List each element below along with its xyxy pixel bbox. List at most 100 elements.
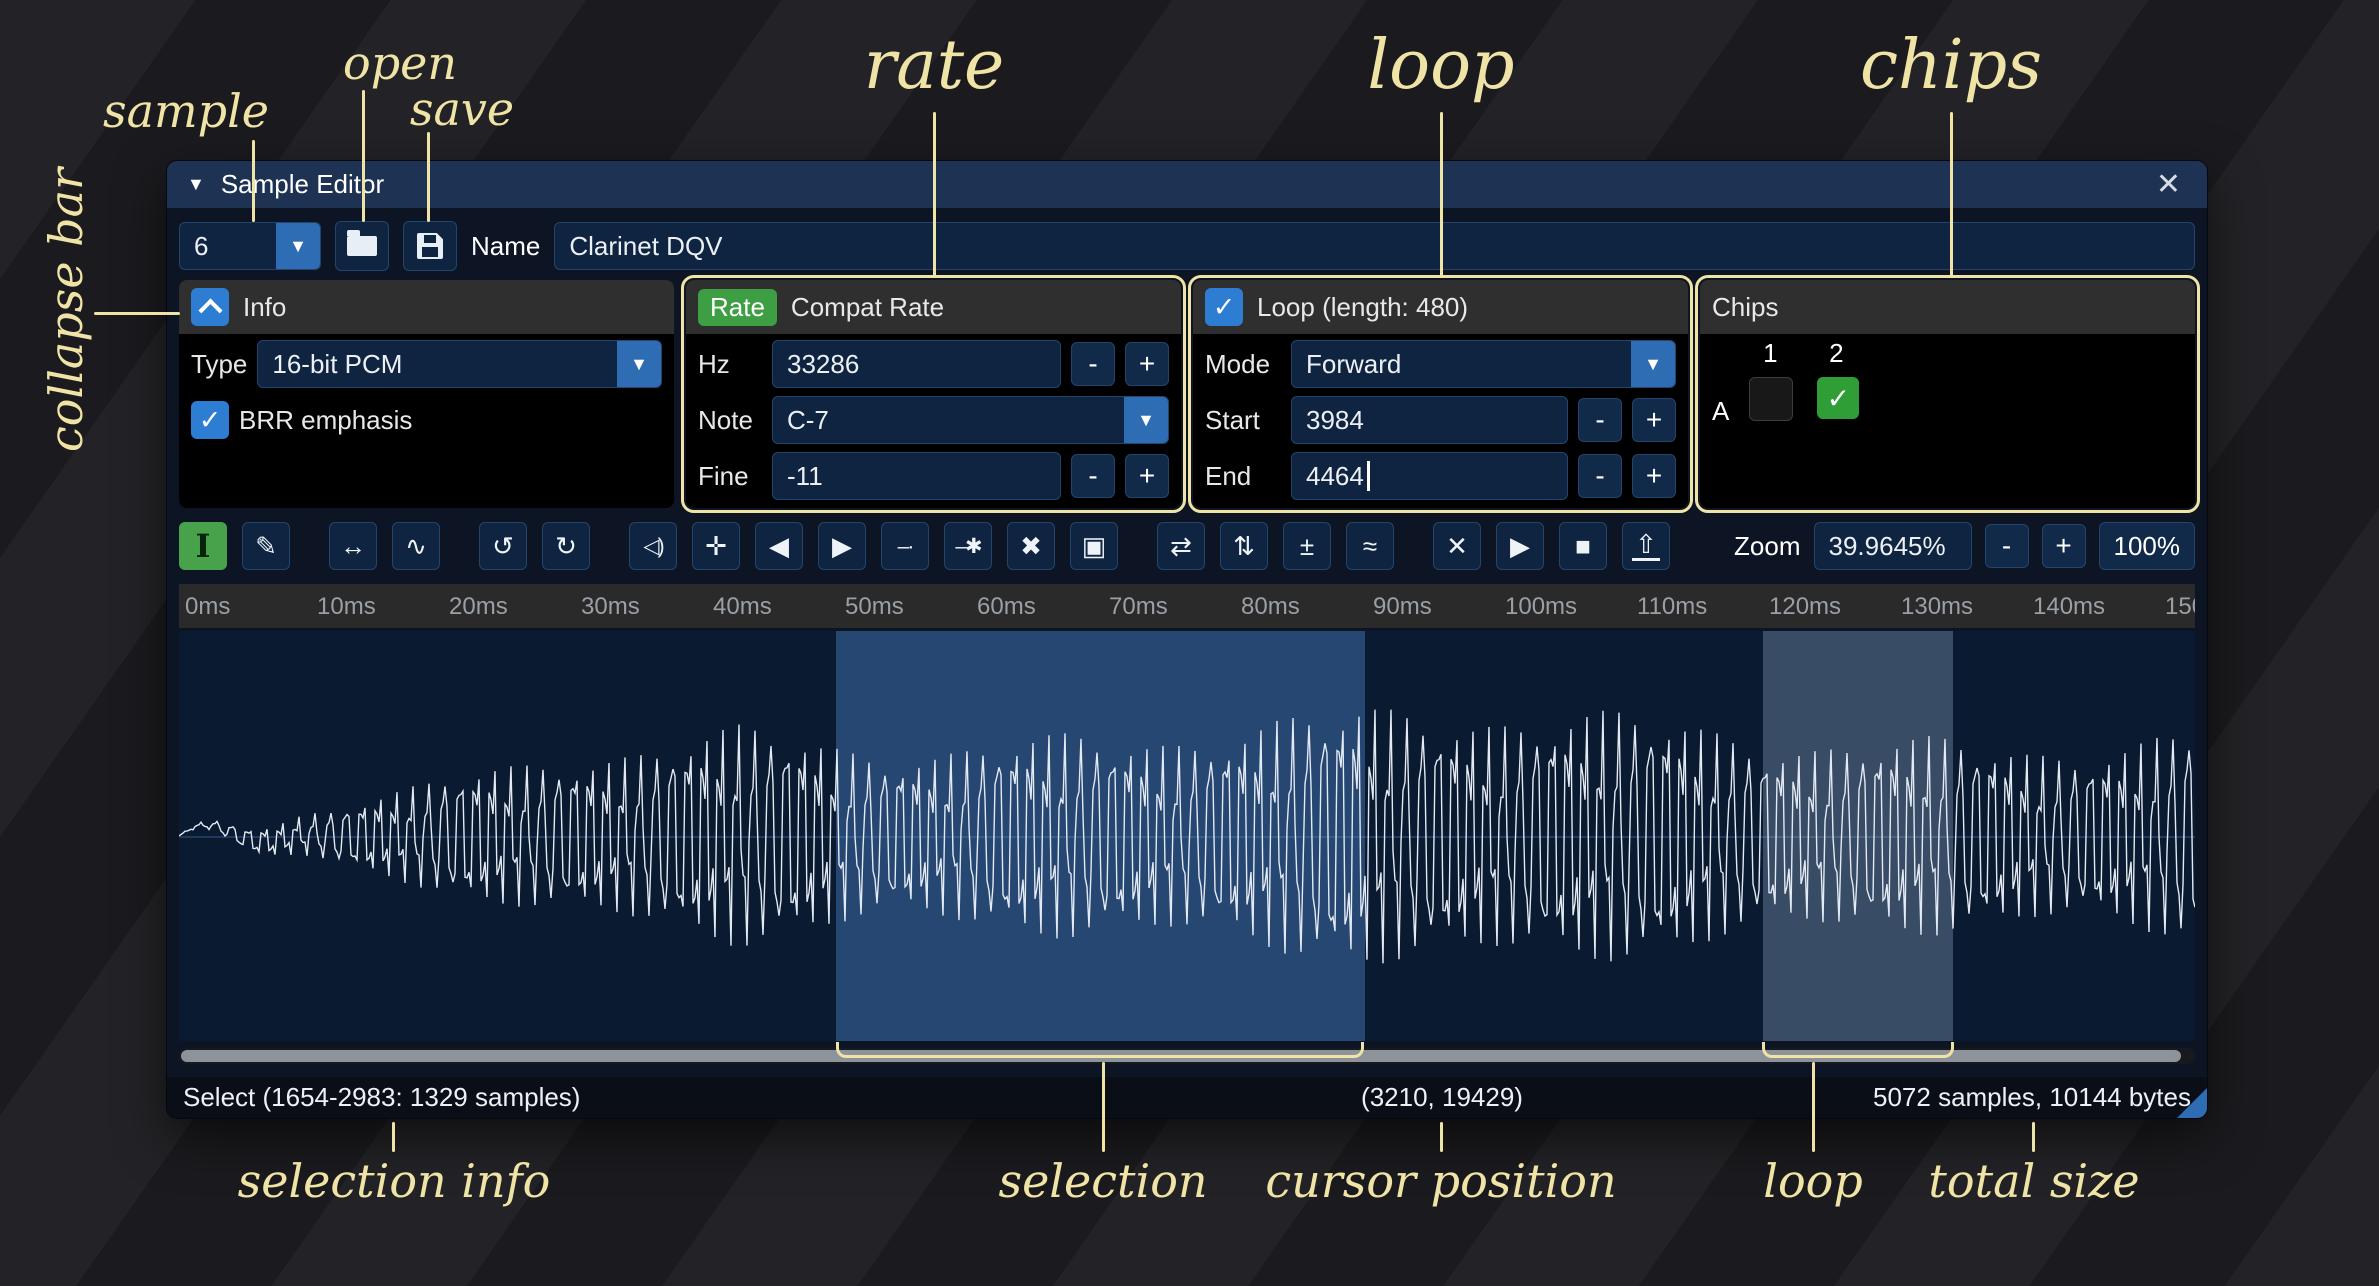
fine-plus-button[interactable]: + bbox=[1125, 454, 1169, 498]
info-panel: Info Type 16-bit PCM ▼ ✓ BRR emphasis bbox=[179, 280, 674, 508]
annotation-total-size-label: total size bbox=[1928, 1154, 2139, 1208]
loop-end-minus-button[interactable]: - bbox=[1578, 454, 1622, 498]
resample-button[interactable]: ∿ bbox=[392, 522, 440, 570]
fade-out-icon: ▶ bbox=[832, 533, 852, 559]
loop-start-minus-button[interactable]: - bbox=[1578, 398, 1622, 442]
chip-2-checkbox[interactable]: ✓ bbox=[1817, 377, 1859, 419]
invert-arrows-icon: ⇅ bbox=[1233, 533, 1255, 559]
annotation-line-cursor-position bbox=[1440, 1122, 1443, 1152]
rate-panel-header: Rate Compat Rate bbox=[686, 280, 1181, 334]
header-row: 6 ▼ Name Clarinet DQV bbox=[167, 208, 2207, 270]
loop-start-input[interactable]: 3984 bbox=[1291, 396, 1568, 444]
ruler-label: 70ms bbox=[1109, 593, 1168, 621]
rate-panel-title: Compat Rate bbox=[791, 292, 944, 323]
fade-in-button[interactable]: ◀ bbox=[755, 522, 803, 570]
open-button[interactable] bbox=[335, 221, 389, 271]
loop-end-input[interactable]: 4464 bbox=[1291, 452, 1568, 500]
hz-plus-button[interactable]: + bbox=[1125, 342, 1169, 386]
select-cursor-icon: I bbox=[196, 530, 211, 562]
annotation-line-selection-info bbox=[392, 1122, 395, 1152]
close-button[interactable]: ✕ bbox=[2150, 169, 2187, 201]
loop-start-value: 3984 bbox=[1306, 405, 1364, 436]
waveform-scrollbar-thumb[interactable] bbox=[181, 1050, 2181, 1062]
waveform-view[interactable] bbox=[179, 631, 2195, 1041]
titlebar[interactable]: ▼ Sample Editor ✕ bbox=[167, 161, 2207, 208]
upload-button[interactable]: ⇧ bbox=[1622, 522, 1670, 570]
time-ruler[interactable]: 0ms10ms20ms30ms40ms50ms60ms70ms80ms90ms1… bbox=[179, 584, 2195, 628]
hz-input[interactable]: 33286 bbox=[772, 340, 1061, 388]
annotation-loop-label: loop bbox=[1367, 26, 1514, 105]
loop-end-plus-button[interactable]: + bbox=[1632, 454, 1676, 498]
ruler-label: 10ms bbox=[317, 593, 376, 621]
window-title: Sample Editor bbox=[221, 169, 384, 200]
normalize-icon: ✛ bbox=[705, 533, 727, 559]
collapse-bar-button[interactable] bbox=[191, 288, 229, 326]
toolbar: I ✎ ↔ ∿ ↺ ↻ ◁) ✛ ◀ ▶ –· –✱ ✖ ▣ ⇄ ⇅ ± ≈ ✕ bbox=[179, 522, 2195, 570]
chip-1-checkbox[interactable] bbox=[1749, 377, 1793, 421]
invert-button[interactable]: ⇅ bbox=[1220, 522, 1268, 570]
undo-button[interactable]: ↺ bbox=[479, 522, 527, 570]
crossfade-button[interactable]: ✕ bbox=[1433, 522, 1481, 570]
zoom-reset-button[interactable]: 100% bbox=[2099, 522, 2196, 570]
loop-mode-dropdown[interactable]: Forward ▼ bbox=[1291, 340, 1676, 388]
zoom-out-button[interactable]: - bbox=[1985, 524, 2029, 568]
chips-col-1: 1 bbox=[1749, 338, 1791, 369]
sample-index-dropdown[interactable]: 6 ▼ bbox=[179, 222, 321, 270]
sample-index-value: 6 bbox=[180, 231, 276, 262]
ruler-label: 150ms bbox=[2165, 593, 2195, 621]
ruler-label: 80ms bbox=[1241, 593, 1300, 621]
loop-mode-value: Forward bbox=[1292, 349, 1631, 380]
fine-input[interactable]: -11 bbox=[772, 452, 1061, 500]
filter-wave-icon: ≈ bbox=[1363, 533, 1377, 559]
fine-label: Fine bbox=[698, 461, 762, 492]
trim-button[interactable]: ▣ bbox=[1070, 522, 1118, 570]
zoom-in-button[interactable]: + bbox=[2042, 524, 2086, 568]
delete-x-icon: ✖ bbox=[1020, 533, 1042, 559]
filter-button[interactable]: ≈ bbox=[1346, 522, 1394, 570]
note-dropdown[interactable]: C-7 ▼ bbox=[772, 396, 1169, 444]
loop-panel-header: ✓ Loop (length: 480) bbox=[1193, 280, 1688, 334]
draw-tool-button[interactable]: ✎ bbox=[242, 522, 290, 570]
play-icon: ▶ bbox=[1510, 533, 1530, 559]
save-button[interactable] bbox=[403, 221, 457, 271]
stop-preview-button[interactable]: ■ bbox=[1559, 522, 1607, 570]
sign-convert-button[interactable]: ± bbox=[1283, 522, 1331, 570]
apply-silence-button[interactable]: –✱ bbox=[944, 522, 992, 570]
normalize-button[interactable]: ✛ bbox=[692, 522, 740, 570]
annotation-loop-region-label: loop bbox=[1763, 1154, 1863, 1208]
select-tool-button[interactable]: I bbox=[179, 522, 227, 570]
resize-icon: ↔ bbox=[340, 533, 366, 559]
waveform-scrollbar[interactable] bbox=[179, 1048, 2195, 1064]
reverse-button[interactable]: ⇄ bbox=[1157, 522, 1205, 570]
ruler-label: 50ms bbox=[845, 593, 904, 621]
plus-minus-icon: ± bbox=[1300, 533, 1314, 559]
annotation-rate-label: rate bbox=[864, 26, 1005, 105]
cross-icon: ✕ bbox=[1446, 533, 1468, 559]
loop-enable-checkbox[interactable]: ✓ bbox=[1205, 288, 1243, 326]
fade-out-button[interactable]: ▶ bbox=[818, 522, 866, 570]
preview-play-button[interactable]: ▶ bbox=[1496, 522, 1544, 570]
brr-emphasis-checkbox[interactable]: ✓ bbox=[191, 401, 229, 439]
delete-button[interactable]: ✖ bbox=[1007, 522, 1055, 570]
loop-end-label: End bbox=[1205, 461, 1281, 492]
amplify-button[interactable]: ◁) bbox=[629, 522, 677, 570]
note-label: Note bbox=[698, 405, 762, 436]
insert-silence-button[interactable]: –· bbox=[881, 522, 929, 570]
redo-button[interactable]: ↻ bbox=[542, 522, 590, 570]
status-bar: Select (1654-2983: 1329 samples) (3210, … bbox=[167, 1077, 2207, 1118]
hz-minus-button[interactable]: - bbox=[1071, 342, 1115, 386]
loop-start-plus-button[interactable]: + bbox=[1632, 398, 1676, 442]
annotation-selection-label: selection bbox=[998, 1154, 1207, 1208]
resample-wave-icon: ∿ bbox=[405, 533, 427, 559]
window-collapse-icon[interactable]: ▼ bbox=[187, 174, 205, 195]
rate-badge[interactable]: Rate bbox=[698, 289, 777, 326]
loop-panel-title: Loop (length: 480) bbox=[1257, 292, 1468, 323]
resize-button[interactable]: ↔ bbox=[329, 522, 377, 570]
zoom-input[interactable]: 39.9645% bbox=[1814, 522, 1972, 570]
type-dropdown[interactable]: 16-bit PCM ▼ bbox=[257, 340, 662, 388]
fine-minus-button[interactable]: - bbox=[1071, 454, 1115, 498]
upload-icon: ⇧ bbox=[1632, 531, 1660, 561]
ruler-label: 130ms bbox=[1901, 593, 1973, 621]
annotation-selection-info-label: selection info bbox=[238, 1154, 551, 1208]
name-input[interactable]: Clarinet DQV bbox=[554, 222, 2195, 270]
